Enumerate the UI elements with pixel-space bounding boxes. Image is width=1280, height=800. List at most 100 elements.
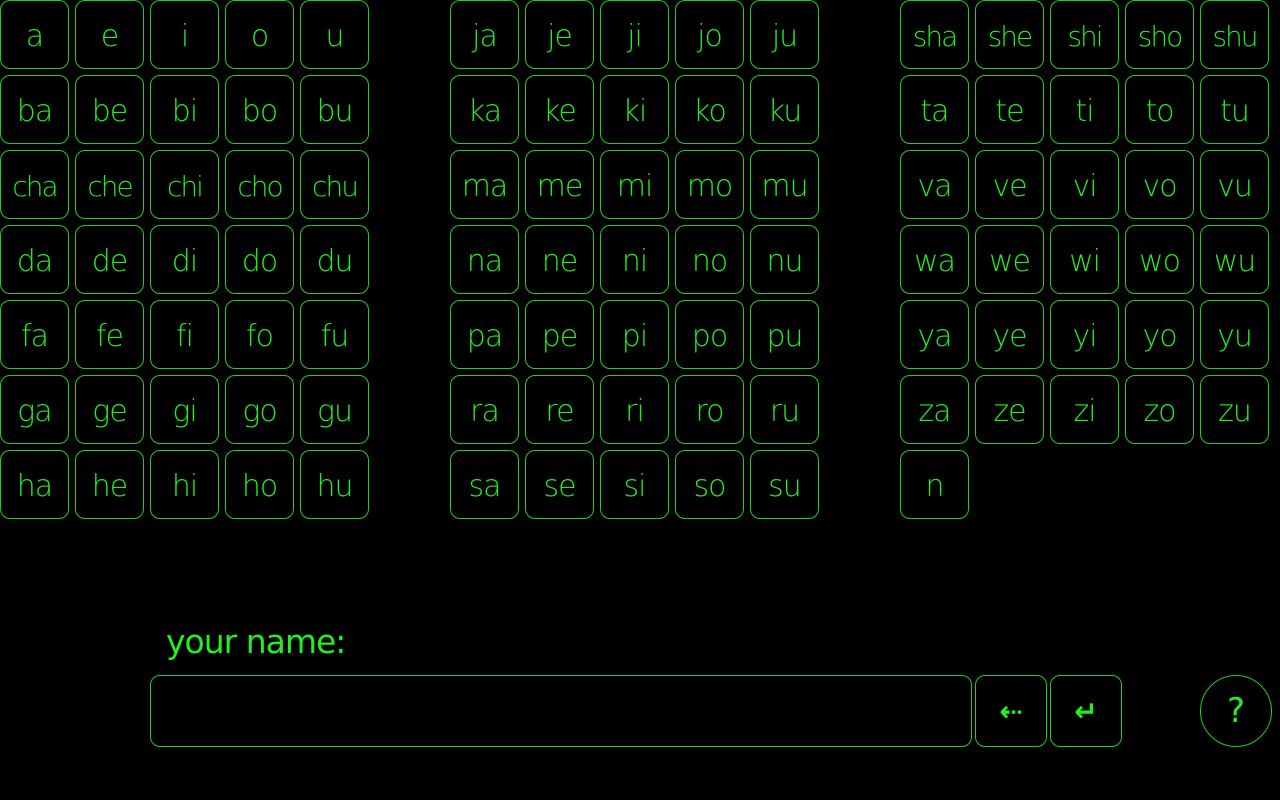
syllable-key-chu[interactable]: chu <box>300 150 369 219</box>
syllable-key-ra[interactable]: ra <box>450 375 519 444</box>
syllable-key-shi[interactable]: shi <box>1050 0 1119 69</box>
syllable-key-ne[interactable]: ne <box>525 225 594 294</box>
syllable-key-che[interactable]: che <box>75 150 144 219</box>
syllable-key-ma[interactable]: ma <box>450 150 519 219</box>
syllable-key-je[interactable]: je <box>525 0 594 69</box>
syllable-key-si[interactable]: si <box>600 450 669 519</box>
syllable-key-do[interactable]: do <box>225 225 294 294</box>
syllable-key-ki[interactable]: ki <box>600 75 669 144</box>
syllable-key-she[interactable]: she <box>975 0 1044 69</box>
syllable-key-su[interactable]: su <box>750 450 819 519</box>
syllable-key-ve[interactable]: ve <box>975 150 1044 219</box>
syllable-key-e[interactable]: e <box>75 0 144 69</box>
syllable-key-ru[interactable]: ru <box>750 375 819 444</box>
syllable-key-we[interactable]: we <box>975 225 1044 294</box>
syllable-key-ge[interactable]: ge <box>75 375 144 444</box>
syllable-key-a[interactable]: a <box>0 0 69 69</box>
syllable-key-po[interactable]: po <box>675 300 744 369</box>
syllable-key-ri[interactable]: ri <box>600 375 669 444</box>
syllable-key-gu[interactable]: gu <box>300 375 369 444</box>
syllable-key-ko[interactable]: ko <box>675 75 744 144</box>
syllable-key-jo[interactable]: jo <box>675 0 744 69</box>
syllable-key-yu[interactable]: yu <box>1200 300 1269 369</box>
syllable-key-se[interactable]: se <box>525 450 594 519</box>
syllable-key-ga[interactable]: ga <box>0 375 69 444</box>
syllable-key-ji[interactable]: ji <box>600 0 669 69</box>
syllable-key-wi[interactable]: wi <box>1050 225 1119 294</box>
syllable-key-ni[interactable]: ni <box>600 225 669 294</box>
syllable-key-hi[interactable]: hi <box>150 450 219 519</box>
syllable-key-pa[interactable]: pa <box>450 300 519 369</box>
syllable-key-o[interactable]: o <box>225 0 294 69</box>
syllable-key-wa[interactable]: wa <box>900 225 969 294</box>
syllable-key-ro[interactable]: ro <box>675 375 744 444</box>
syllable-key-pe[interactable]: pe <box>525 300 594 369</box>
syllable-key-nu[interactable]: nu <box>750 225 819 294</box>
syllable-key-zu[interactable]: zu <box>1200 375 1269 444</box>
syllable-key-ha[interactable]: ha <box>0 450 69 519</box>
syllable-key-ka[interactable]: ka <box>450 75 519 144</box>
syllable-key-go[interactable]: go <box>225 375 294 444</box>
syllable-key-zi[interactable]: zi <box>1050 375 1119 444</box>
syllable-key-fe[interactable]: fe <box>75 300 144 369</box>
help-button[interactable]: ? <box>1200 675 1272 747</box>
syllable-key-wu[interactable]: wu <box>1200 225 1269 294</box>
syllable-key-sa[interactable]: sa <box>450 450 519 519</box>
syllable-key-du[interactable]: du <box>300 225 369 294</box>
syllable-key-vi[interactable]: vi <box>1050 150 1119 219</box>
syllable-key-so[interactable]: so <box>675 450 744 519</box>
syllable-key-ta[interactable]: ta <box>900 75 969 144</box>
name-input[interactable] <box>150 675 972 747</box>
syllable-key-fo[interactable]: fo <box>225 300 294 369</box>
syllable-key-bo[interactable]: bo <box>225 75 294 144</box>
syllable-key-fa[interactable]: fa <box>0 300 69 369</box>
syllable-key-mi[interactable]: mi <box>600 150 669 219</box>
syllable-key-ja[interactable]: ja <box>450 0 519 69</box>
syllable-key-u[interactable]: u <box>300 0 369 69</box>
syllable-key-sha[interactable]: sha <box>900 0 969 69</box>
syllable-key-cho[interactable]: cho <box>225 150 294 219</box>
syllable-key-ya[interactable]: ya <box>900 300 969 369</box>
backspace-button[interactable]: ⇠ <box>975 675 1047 747</box>
syllable-key-gi[interactable]: gi <box>150 375 219 444</box>
syllable-key-bi[interactable]: bi <box>150 75 219 144</box>
syllable-key-hu[interactable]: hu <box>300 450 369 519</box>
syllable-key-va[interactable]: va <box>900 150 969 219</box>
syllable-key-yo[interactable]: yo <box>1125 300 1194 369</box>
syllable-key-bu[interactable]: bu <box>300 75 369 144</box>
syllable-key-chi[interactable]: chi <box>150 150 219 219</box>
syllable-key-ju[interactable]: ju <box>750 0 819 69</box>
syllable-key-ku[interactable]: ku <box>750 75 819 144</box>
syllable-key-shu[interactable]: shu <box>1200 0 1269 69</box>
syllable-key-yi[interactable]: yi <box>1050 300 1119 369</box>
syllable-key-za[interactable]: za <box>900 375 969 444</box>
syllable-key-wo[interactable]: wo <box>1125 225 1194 294</box>
syllable-key-mo[interactable]: mo <box>675 150 744 219</box>
syllable-key-pi[interactable]: pi <box>600 300 669 369</box>
syllable-key-be[interactable]: be <box>75 75 144 144</box>
syllable-key-da[interactable]: da <box>0 225 69 294</box>
syllable-key-sho[interactable]: sho <box>1125 0 1194 69</box>
syllable-key-to[interactable]: to <box>1125 75 1194 144</box>
syllable-key-di[interactable]: di <box>150 225 219 294</box>
enter-button[interactable]: ↵ <box>1050 675 1122 747</box>
syllable-key-tu[interactable]: tu <box>1200 75 1269 144</box>
syllable-key-ye[interactable]: ye <box>975 300 1044 369</box>
syllable-key-n[interactable]: n <box>900 450 969 519</box>
syllable-key-no[interactable]: no <box>675 225 744 294</box>
syllable-key-ti[interactable]: ti <box>1050 75 1119 144</box>
syllable-key-ke[interactable]: ke <box>525 75 594 144</box>
syllable-key-re[interactable]: re <box>525 375 594 444</box>
syllable-key-ho[interactable]: ho <box>225 450 294 519</box>
syllable-key-vo[interactable]: vo <box>1125 150 1194 219</box>
syllable-key-me[interactable]: me <box>525 150 594 219</box>
syllable-key-i[interactable]: i <box>150 0 219 69</box>
syllable-key-vu[interactable]: vu <box>1200 150 1269 219</box>
syllable-key-cha[interactable]: cha <box>0 150 69 219</box>
syllable-key-zo[interactable]: zo <box>1125 375 1194 444</box>
syllable-key-ba[interactable]: ba <box>0 75 69 144</box>
syllable-key-pu[interactable]: pu <box>750 300 819 369</box>
syllable-key-na[interactable]: na <box>450 225 519 294</box>
syllable-key-fi[interactable]: fi <box>150 300 219 369</box>
syllable-key-he[interactable]: he <box>75 450 144 519</box>
